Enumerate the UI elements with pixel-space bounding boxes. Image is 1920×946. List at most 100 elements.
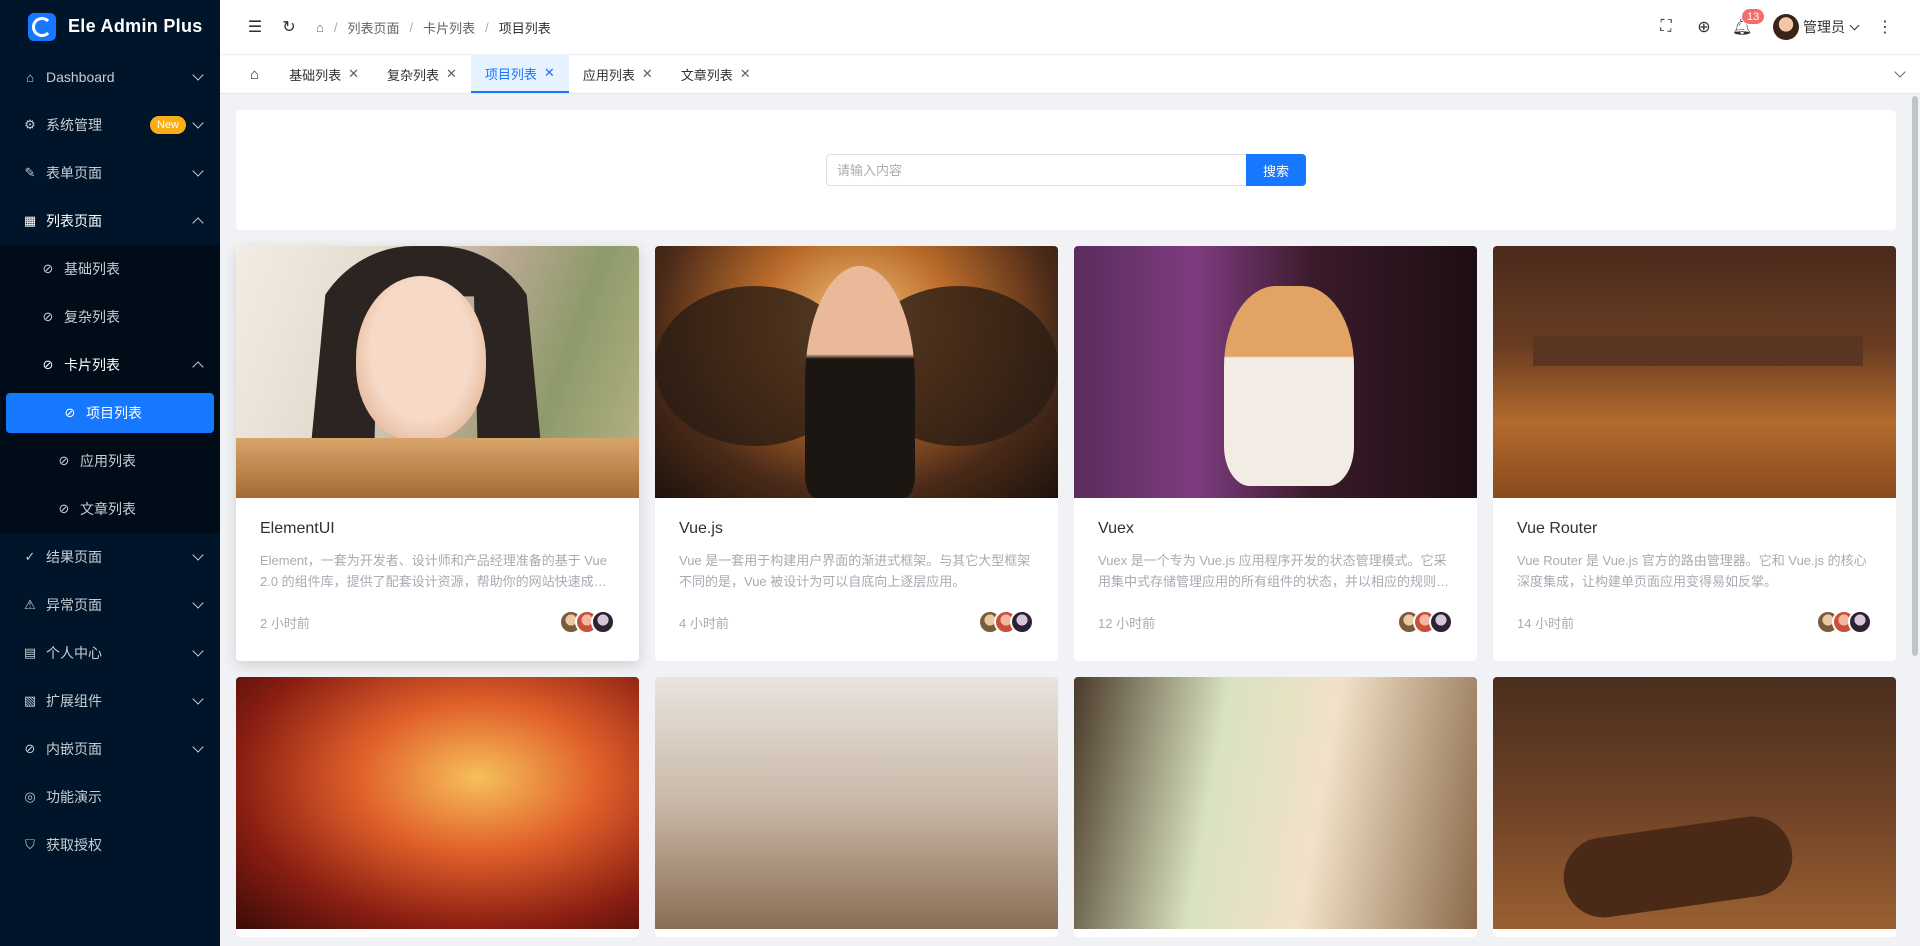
project-card[interactable] — [236, 677, 639, 937]
home-icon: ⌂ — [26, 69, 34, 85]
fullscreen-icon[interactable]: ⛶ — [1649, 10, 1683, 44]
breadcrumb-separator: / — [485, 19, 489, 35]
card-cover-image — [1493, 246, 1896, 498]
tab-article-list[interactable]: 文章列表 ✕ — [667, 55, 765, 93]
card-cover-image — [655, 246, 1058, 498]
link-icon: ⊘ — [42, 309, 54, 324]
new-badge: New — [149, 116, 186, 134]
project-card[interactable]: Vuex Vuex 是一个专为 Vue.js 应用程序开发的状态管理模式。它采用… — [1074, 246, 1477, 661]
sidebar-item-iframe[interactable]: ⊘ 内嵌页面 — [0, 725, 220, 773]
member-avatars — [978, 610, 1034, 634]
project-grid-row-2 — [236, 677, 1896, 937]
chevron-up-icon — [192, 217, 204, 229]
language-icon[interactable]: ⊕ — [1687, 10, 1721, 44]
tab-project-list[interactable]: 项目列表 ✕ — [470, 55, 569, 93]
card-cover-image — [236, 246, 639, 498]
project-card[interactable] — [1493, 677, 1896, 937]
card-cover-image — [1493, 677, 1896, 929]
user-name: 管理员 — [1803, 19, 1845, 35]
card-description: Vue Router 是 Vue.js 官方的路由管理器。它和 Vue.js 的… — [1517, 553, 1867, 589]
close-icon[interactable]: ✕ — [544, 65, 555, 81]
chevron-down-icon — [192, 741, 204, 753]
card-time: 12 小时前 — [1098, 615, 1156, 631]
sidebar-item-app-list[interactable]: ⊘ 应用列表 — [0, 437, 220, 485]
notification-count-badge: 13 — [1741, 8, 1766, 25]
close-icon[interactable]: ✕ — [446, 66, 457, 82]
breadcrumb: ⌂ / 列表页面 / 卡片列表 / 项目列表 — [316, 18, 551, 37]
shield-icon: ⛉ — [25, 837, 35, 852]
grid-icon: ▧ — [23, 693, 37, 708]
home-icon[interactable]: ⌂ — [316, 20, 324, 35]
close-icon[interactable]: ✕ — [642, 66, 653, 82]
sidebar-item-complex-list[interactable]: ⊘ 复杂列表 — [0, 293, 220, 341]
search-box: 搜索 — [826, 154, 1306, 186]
sidebar-item-card-list[interactable]: ⊘ 卡片列表 — [0, 341, 220, 389]
header-actions: ⛶ ⊕ 🔔︎ 13 管理员 ⋮ — [1649, 8, 1902, 44]
search-card: 搜索 — [236, 110, 1896, 230]
tab-home[interactable]: ⌂ — [234, 55, 275, 93]
sidebar-item-article-list[interactable]: ⊘ 文章列表 — [0, 485, 220, 533]
chevron-down-icon — [192, 165, 204, 177]
card-submenu: ⊘ 项目列表 ⊘ 应用列表 ⊘ 文章列表 — [0, 393, 220, 533]
project-card[interactable] — [655, 677, 1058, 937]
card-time: 14 小时前 — [1517, 615, 1575, 631]
breadcrumb-item[interactable]: 列表页面 — [347, 18, 399, 37]
link-icon: ⊘ — [42, 261, 54, 276]
tab-bar: ⌂ 基础列表 ✕ 复杂列表 ✕ 项目列表 ✕ 应用列表 ✕ 文章列表 ✕ — [220, 54, 1920, 94]
search-input[interactable] — [826, 154, 1246, 186]
tabs-dropdown[interactable] — [1880, 55, 1920, 93]
close-icon[interactable]: ✕ — [740, 66, 751, 82]
chevron-down-icon — [192, 69, 204, 81]
avatar — [1773, 14, 1799, 40]
card-cover-image — [655, 677, 1058, 929]
card-cover-image — [1074, 246, 1477, 498]
sidebar-item-basic-list[interactable]: ⊘ 基础列表 — [0, 245, 220, 293]
sidebar-item-system[interactable]: ⚙ 系统管理 New — [0, 101, 220, 149]
card-title[interactable]: Vue.js — [679, 520, 1034, 538]
sidebar: Ele Admin Plus ⌂ Dashboard ⚙ 系统管理 New ✎ … — [0, 0, 220, 946]
project-card[interactable]: Vue Router Vue Router 是 Vue.js 官方的路由管理器。… — [1493, 246, 1896, 661]
sidebar-item-profile[interactable]: ▤ 个人中心 — [0, 629, 220, 677]
breadcrumb-current: 项目列表 — [498, 20, 551, 36]
sidebar-item-demo[interactable]: ◎ 功能演示 — [0, 773, 220, 821]
tab-complex-list[interactable]: 复杂列表 ✕ — [373, 55, 471, 93]
avatar[interactable] — [1010, 610, 1034, 634]
chevron-down-icon — [192, 693, 204, 705]
avatar[interactable] — [1848, 610, 1872, 634]
notification-bell-icon[interactable]: 🔔︎ 13 — [1725, 8, 1766, 44]
card-title[interactable]: Vue Router — [1517, 520, 1872, 538]
sidebar-item-project-list[interactable]: ⊘ 项目列表 — [6, 393, 214, 433]
sidebar-item-license[interactable]: ⛉ 获取授权 — [0, 821, 220, 869]
sidebar-item-form[interactable]: ✎ 表单页面 — [0, 149, 220, 197]
refresh-icon[interactable]: ↻ — [272, 10, 306, 44]
card-time: 2 小时前 — [260, 615, 310, 631]
tab-basic-list[interactable]: 基础列表 ✕ — [275, 55, 373, 93]
more-vertical-icon[interactable]: ⋮ — [1868, 10, 1902, 44]
sidebar-item-dashboard[interactable]: ⌂ Dashboard — [0, 53, 220, 101]
user-menu[interactable]: 管理员 — [1773, 14, 1860, 40]
avatar[interactable] — [591, 610, 615, 634]
project-card[interactable]: Vue.js Vue 是一套用于构建用户界面的渐进式框架。与其它大型框架不同的是… — [655, 246, 1058, 661]
tab-app-list[interactable]: 应用列表 ✕ — [569, 55, 667, 93]
card-title[interactable]: Vuex — [1098, 520, 1453, 538]
page-scrollbar[interactable] — [1912, 96, 1918, 656]
link-icon: ⊘ — [24, 741, 36, 756]
close-icon[interactable]: ✕ — [348, 66, 359, 82]
gear-icon: ⚙ — [24, 117, 36, 132]
project-card[interactable] — [1074, 677, 1477, 937]
edit-icon: ✎ — [24, 165, 36, 180]
app-logo[interactable]: Ele Admin Plus — [0, 0, 220, 53]
sidebar-item-result[interactable]: ✓ 结果页面 — [0, 533, 220, 581]
sidebar-item-exception[interactable]: ⚠ 异常页面 — [0, 581, 220, 629]
sidebar-item-extension[interactable]: ▧ 扩展组件 — [0, 677, 220, 725]
logo-icon — [28, 12, 56, 41]
sidebar-item-list[interactable]: ▦ 列表页面 — [0, 197, 220, 245]
card-time: 4 小时前 — [679, 615, 729, 631]
collapse-menu-icon[interactable]: ☰ — [238, 10, 272, 44]
project-card[interactable]: ElementUI Element，一套为开发者、设计师和产品经理准备的基于 V… — [236, 246, 639, 661]
avatar[interactable] — [1429, 610, 1453, 634]
breadcrumb-item[interactable]: 卡片列表 — [423, 18, 475, 37]
card-cover-image — [1074, 677, 1477, 929]
card-title[interactable]: ElementUI — [260, 520, 615, 538]
search-button[interactable]: 搜索 — [1246, 154, 1306, 186]
